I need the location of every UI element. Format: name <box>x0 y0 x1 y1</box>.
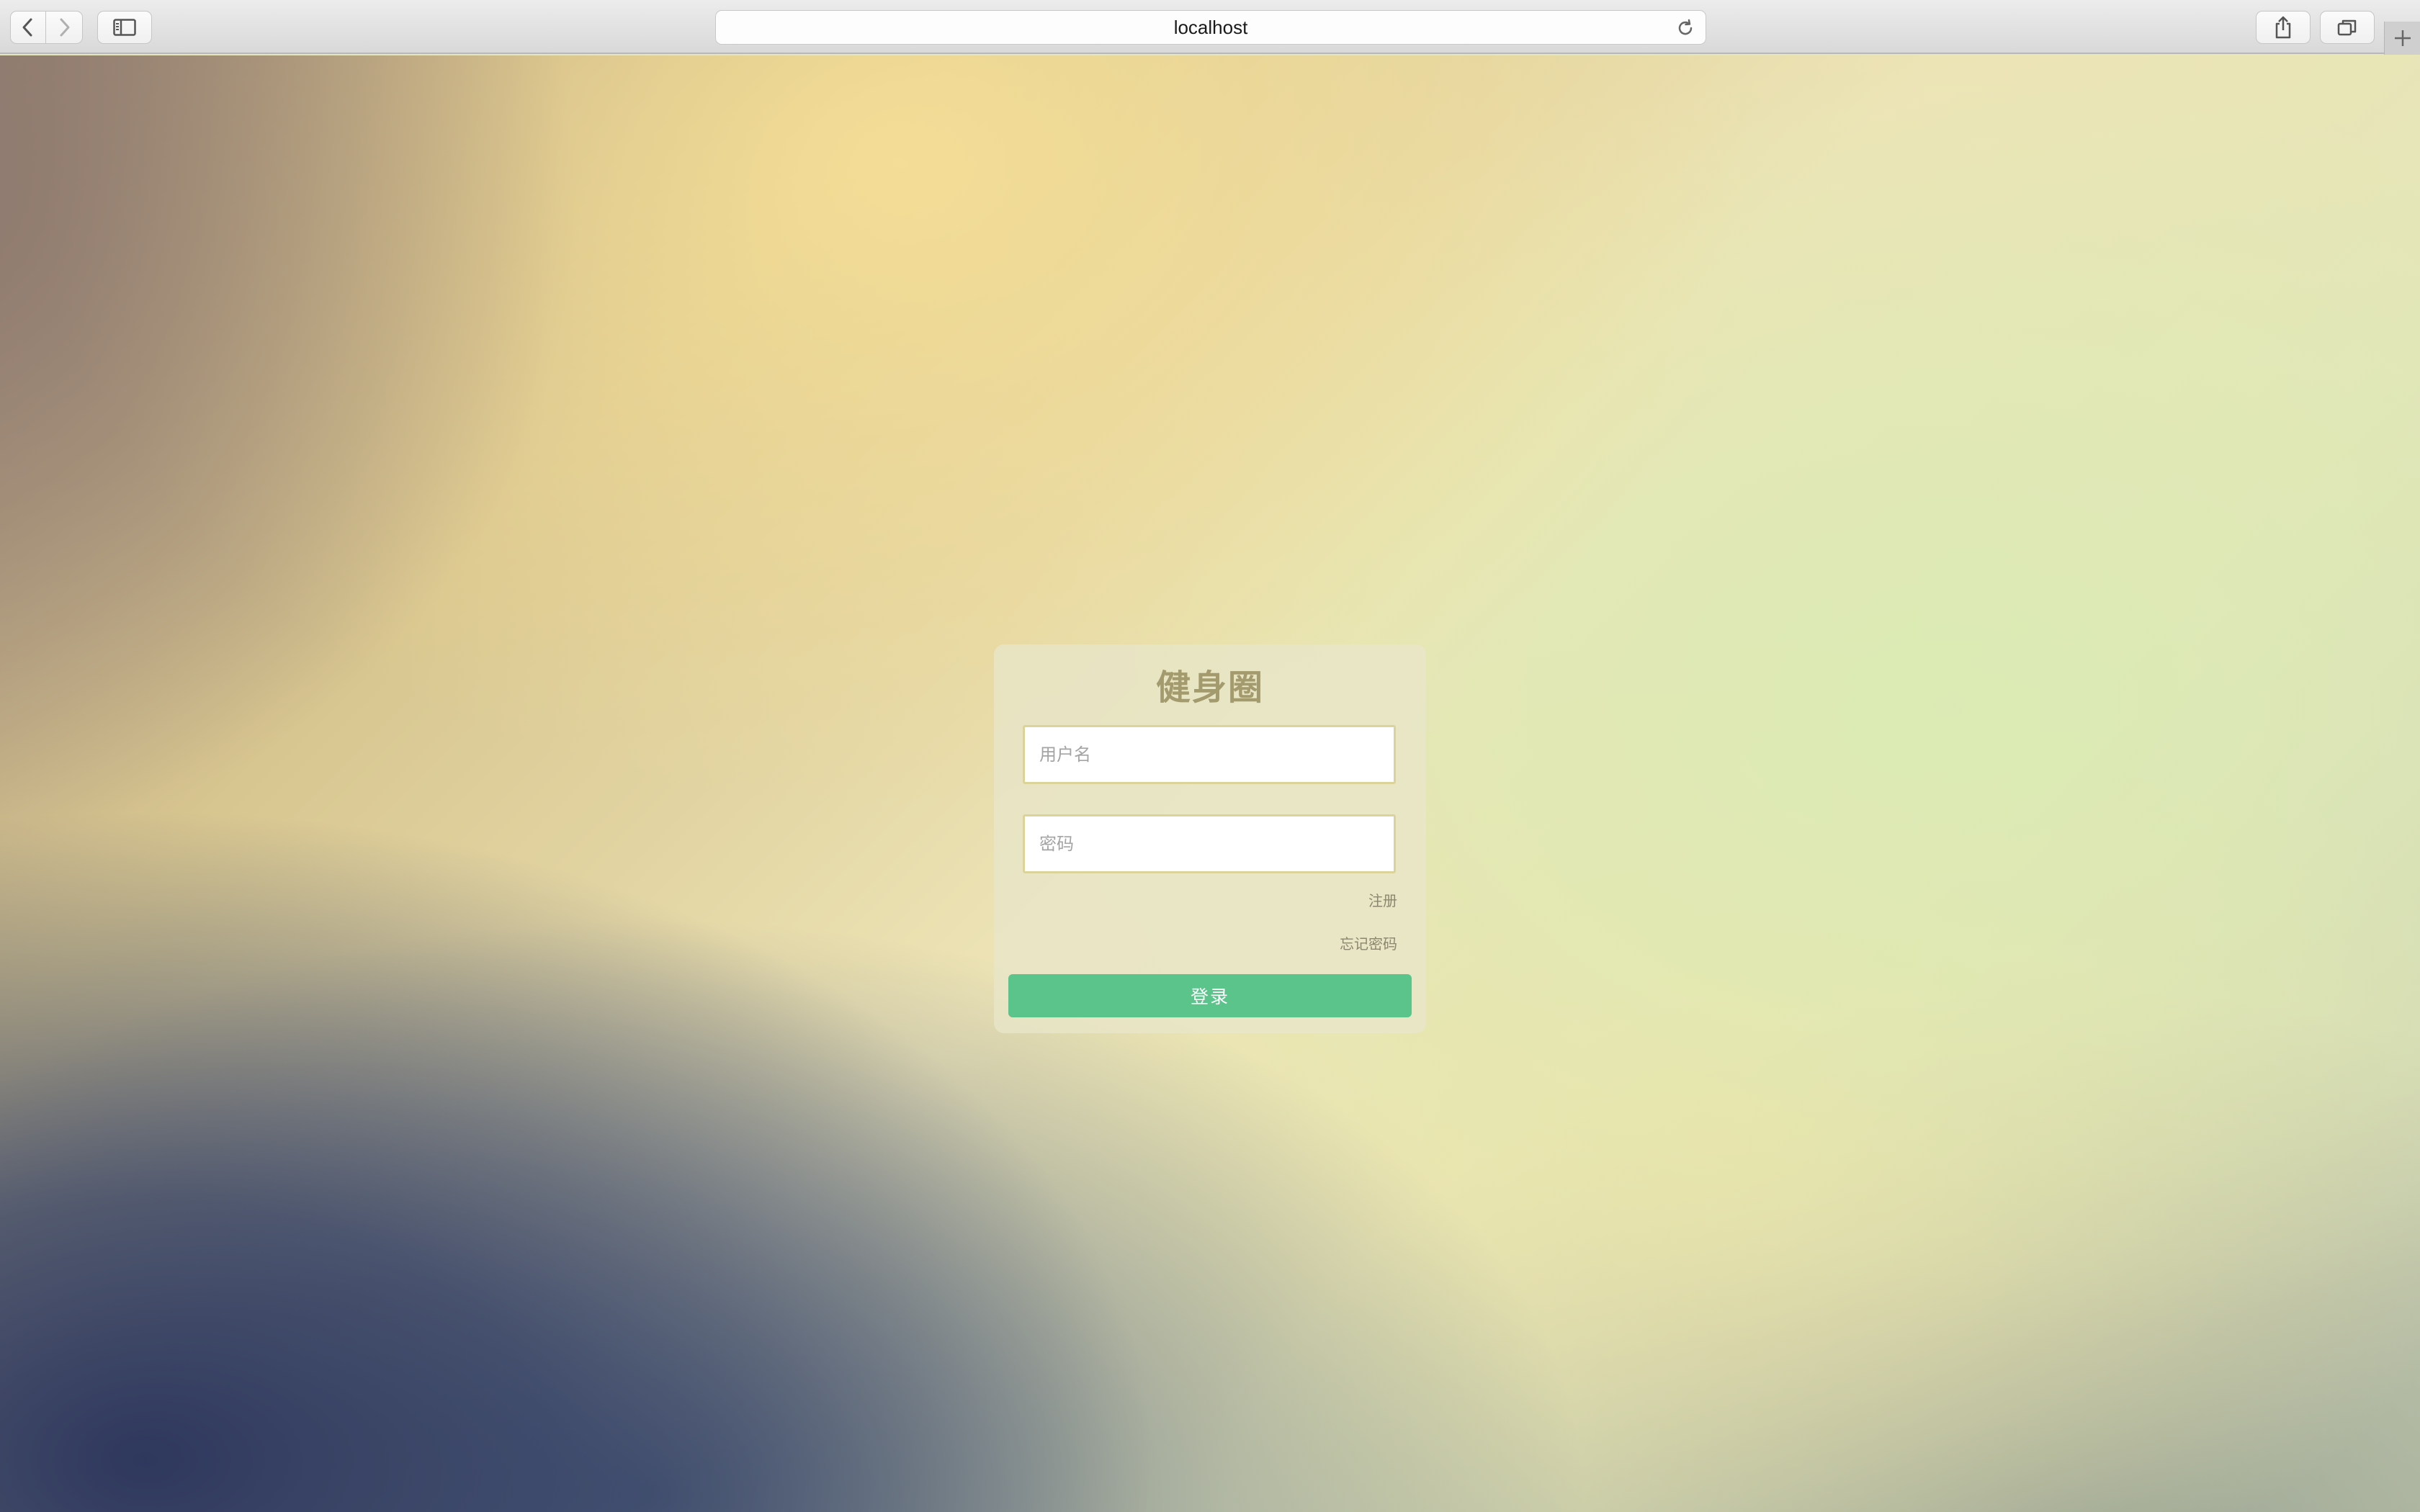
new-tab-button[interactable] <box>2384 22 2420 55</box>
sidebar-icon <box>113 19 136 36</box>
username-input[interactable] <box>1023 725 1396 784</box>
login-card: 健身圈 注册 忘记密码 登录 <box>994 644 1426 1033</box>
share-button[interactable] <box>2256 11 2311 44</box>
browser-toolbar: localhost <box>0 0 2420 55</box>
share-icon <box>2275 16 2291 39</box>
chevron-left-icon <box>22 18 32 37</box>
plus-icon <box>2394 30 2411 46</box>
reload-icon[interactable] <box>1675 18 1695 38</box>
register-link[interactable]: 注册 <box>1368 889 1397 910</box>
chevron-right-icon <box>60 18 70 37</box>
sidebar-toggle-button[interactable] <box>97 11 152 44</box>
url-text: localhost <box>1173 16 1248 38</box>
tabs-overview-button[interactable] <box>2320 11 2375 44</box>
page-background: 健身圈 注册 忘记密码 登录 <box>0 55 2420 1512</box>
forgot-password-link[interactable]: 忘记密码 <box>1340 932 1397 953</box>
app-title: 健身圈 <box>1155 667 1264 708</box>
password-input[interactable] <box>1023 814 1396 873</box>
login-button[interactable]: 登录 <box>1008 974 1412 1017</box>
tabs-overview-icon <box>2337 19 2357 36</box>
forward-button[interactable] <box>46 11 83 44</box>
address-bar[interactable]: localhost <box>715 10 1706 45</box>
back-button[interactable] <box>10 11 46 44</box>
